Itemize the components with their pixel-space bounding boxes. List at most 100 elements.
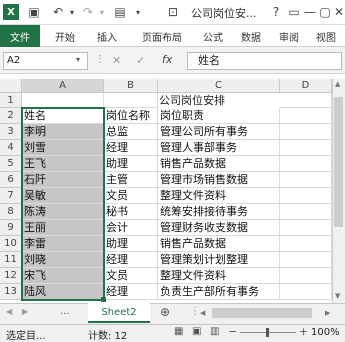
cell-c11[interactable]: 管理策划计划整理 [158, 252, 280, 268]
zoom-slider-thumb[interactable] [266, 328, 269, 337]
cell-c12[interactable]: 整理文件资料 [158, 268, 280, 284]
cell-d11[interactable] [280, 252, 332, 268]
scrollbar-thumb[interactable] [334, 97, 343, 227]
select-all-corner[interactable] [0, 79, 22, 93]
sheet-nav-next-icon[interactable]: ▶ [22, 307, 28, 316]
zoom-in-icon[interactable]: + [299, 325, 308, 338]
cell-c10[interactable]: 销售产品数据 [158, 236, 280, 252]
cell-a8[interactable]: 陈涛 [22, 204, 104, 220]
cell-c6[interactable]: 管理市场销售数据 [158, 172, 280, 188]
cell-b7[interactable]: 文员 [104, 188, 158, 204]
row-header-13[interactable]: 13 [0, 284, 22, 300]
cell-a7[interactable]: 吴敏 [22, 188, 104, 204]
cell-a4[interactable]: 刘雪 [22, 140, 104, 156]
cell-c4[interactable]: 管理人事部事务 [158, 140, 280, 156]
cell-a13[interactable]: 陆风 [22, 284, 104, 300]
cell-c13[interactable]: 负责生产部所有事务 [158, 284, 280, 300]
cell-d5[interactable] [280, 156, 332, 172]
help-icon[interactable]: ? [268, 3, 284, 20]
cell-b4[interactable]: 经理 [104, 140, 158, 156]
ribbon-display-icon[interactable]: ▭ [286, 3, 302, 20]
insert-function-icon[interactable]: fx [162, 53, 172, 66]
row-header-12[interactable]: 12 [0, 268, 22, 284]
cell-b2[interactable]: 岗位名称 [104, 108, 158, 124]
tab-view[interactable]: 视图 [309, 25, 343, 47]
cell-d6[interactable] [280, 172, 332, 188]
cell-b3[interactable]: 总监 [104, 124, 158, 140]
cell-a9[interactable]: 王丽 [22, 220, 104, 236]
cell-d2[interactable] [280, 108, 332, 124]
zoom-out-icon[interactable]: − [228, 325, 237, 338]
qat-customize-icon[interactable]: ▾ [130, 4, 146, 20]
sheet-nav-prev-icon[interactable]: ◀ [6, 307, 12, 316]
hscroll-right-icon[interactable]: ▶ [325, 309, 330, 317]
cell-c3[interactable]: 管理公司所有事务 [158, 124, 280, 140]
cell-b5[interactable]: 助理 [104, 156, 158, 172]
sheet-tab-active[interactable]: Sheet2 [88, 303, 150, 323]
row-header-9[interactable]: 9 [0, 220, 22, 236]
formula-input[interactable]: 姓名 [187, 52, 342, 70]
enter-icon[interactable]: ✓ [136, 54, 145, 67]
hscroll-left-icon[interactable]: ◀ [200, 309, 205, 317]
cell-b10[interactable]: 助理 [104, 236, 158, 252]
cell-c5[interactable]: 销售产品数据 [158, 156, 280, 172]
row-header-1[interactable]: 1 [0, 93, 22, 108]
cell-a3[interactable]: 李明 [22, 124, 104, 140]
cell-a10[interactable]: 李雷 [22, 236, 104, 252]
row-header-4[interactable]: 4 [0, 140, 22, 156]
column-header-c[interactable]: C [158, 79, 280, 93]
cell-d9[interactable] [280, 220, 332, 236]
print-preview-icon[interactable]: ▤ [112, 4, 128, 20]
redo-dropdown-icon[interactable]: ▾ [94, 4, 110, 20]
row-header-7[interactable]: 7 [0, 188, 22, 204]
cell-a2-active[interactable]: 姓名 [21, 107, 105, 125]
tab-home[interactable]: 开始 [48, 25, 82, 47]
minimize-icon[interactable]: — [302, 3, 318, 20]
hscroll-thumb[interactable] [212, 308, 312, 318]
column-header-b[interactable]: B [104, 79, 158, 93]
undo-dropdown-icon[interactable]: ▾ [64, 4, 80, 20]
row-header-8[interactable]: 8 [0, 204, 22, 220]
page-break-view-icon[interactable]: ▥ [210, 326, 219, 337]
row-header-11[interactable]: 11 [0, 252, 22, 268]
tab-insert[interactable]: 插入 [90, 25, 124, 47]
cell-a12[interactable]: 宋飞 [22, 268, 104, 284]
cancel-icon[interactable]: ✕ [112, 54, 121, 67]
name-box-dropdown-icon[interactable]: ▾ [76, 55, 80, 64]
cell-d12[interactable] [280, 268, 332, 284]
cell-b8[interactable]: 秘书 [104, 204, 158, 220]
scroll-up-icon[interactable]: ▲ [335, 80, 340, 88]
tab-formulas[interactable]: 公式 [196, 25, 230, 47]
column-header-a[interactable]: A [22, 79, 104, 93]
cell-d7[interactable] [280, 188, 332, 204]
tab-file[interactable]: 文件 [0, 25, 40, 47]
scroll-down-icon[interactable]: ▼ [335, 292, 340, 300]
zoom-level[interactable]: 100% [311, 327, 340, 338]
drag-handle-icon[interactable]: ⋮ [95, 54, 105, 65]
row-header-3[interactable]: 3 [0, 124, 22, 140]
cell-c7[interactable]: 整理文件资料 [158, 188, 280, 204]
add-sheet-icon[interactable]: ⊕ [160, 305, 170, 319]
sheet-tab-overflow[interactable]: ... [60, 306, 70, 317]
cell-d4[interactable] [280, 140, 332, 156]
cell-b12[interactable]: 文员 [104, 268, 158, 284]
tab-data[interactable]: 数据 [234, 25, 268, 47]
cell-c9[interactable]: 管理财务收支数据 [158, 220, 280, 236]
fill-handle[interactable] [101, 297, 106, 302]
cell-d3[interactable] [280, 124, 332, 140]
cell-b13[interactable]: 经理 [104, 284, 158, 300]
cell-a6[interactable]: 石阡 [22, 172, 104, 188]
close-icon[interactable]: ✕ [331, 3, 345, 20]
row-header-2[interactable]: 2 [0, 108, 22, 124]
page-layout-view-icon[interactable]: ▣ [192, 326, 201, 337]
cell-d10[interactable] [280, 236, 332, 252]
cell-b9[interactable]: 会计 [104, 220, 158, 236]
tab-review[interactable]: 审阅 [272, 25, 306, 47]
cell-c2[interactable]: 岗位职责 [158, 108, 280, 124]
cell-d8[interactable] [280, 204, 332, 220]
row-header-10[interactable]: 10 [0, 236, 22, 252]
row-header-6[interactable]: 6 [0, 172, 22, 188]
sheet-title-cell[interactable]: 公司岗位安排 [104, 94, 280, 109]
row-header-5[interactable]: 5 [0, 156, 22, 172]
cell-a11[interactable]: 刘晓 [22, 252, 104, 268]
